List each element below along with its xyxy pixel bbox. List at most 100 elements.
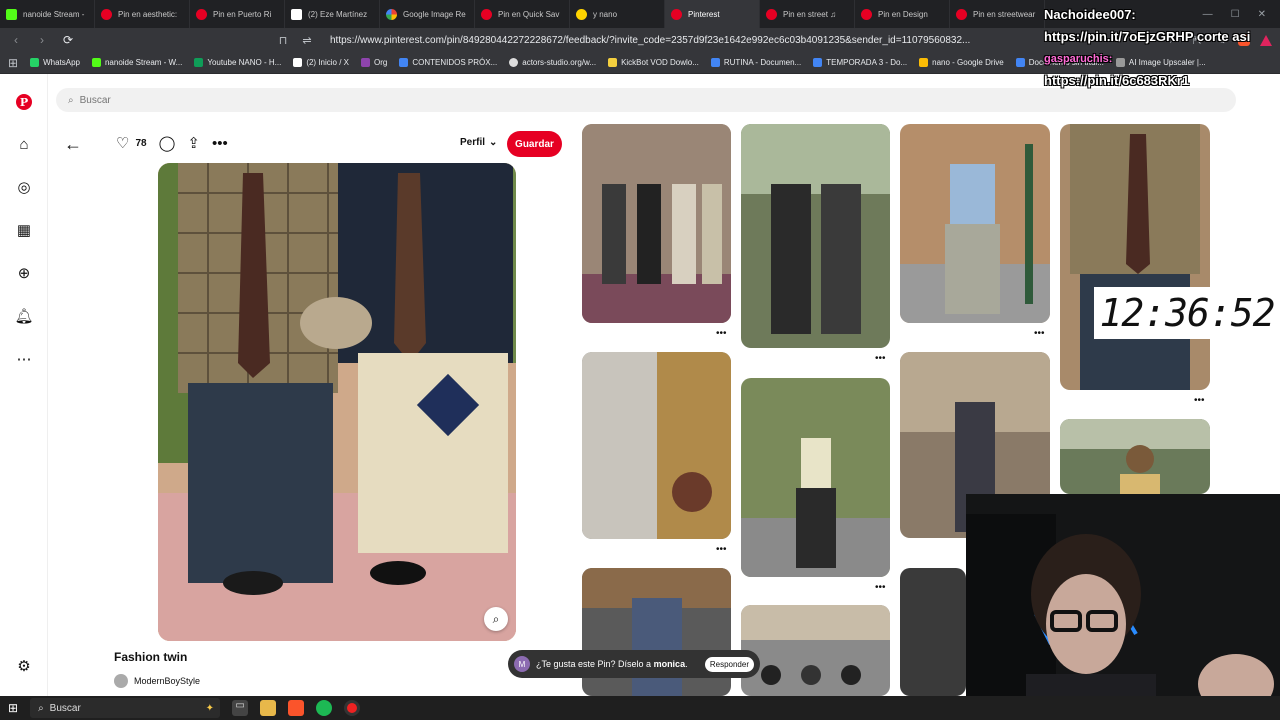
create-icon[interactable]: ⊕	[14, 263, 34, 283]
browser-tab[interactable]: (2) Eze Martínez	[285, 0, 380, 28]
org-icon	[361, 58, 370, 67]
notifications-icon[interactable]: 🔔︎	[14, 306, 34, 326]
share-icon[interactable]: ⇪	[187, 134, 200, 152]
pinterest-sidebar: P ⌂ ◎ ▦ ⊕ 🔔︎ ⋯ ⚙	[0, 74, 48, 696]
chevron-down-icon: ⌄	[489, 137, 498, 148]
bookmark-item[interactable]: (2) Inicio / X	[293, 58, 349, 67]
copilot-sparkle-icon: ✦	[205, 702, 215, 714]
boards-icon[interactable]: ▦	[14, 220, 34, 240]
visual-search-button[interactable]: ⌕	[484, 607, 508, 631]
save-button[interactable]: Guardar	[507, 131, 562, 157]
x-icon	[291, 8, 302, 20]
brave-browser-icon[interactable]	[288, 700, 305, 716]
more-options-icon[interactable]: •••	[875, 582, 886, 593]
like-count: 78	[135, 137, 147, 149]
grid-pin[interactable]	[741, 605, 890, 696]
bookmark-item[interactable]: nanoide Stream - W...	[91, 58, 182, 67]
bookmark-item[interactable]: RUTINA - Documen...	[710, 58, 801, 67]
reload-icon[interactable]: ⟳	[60, 33, 76, 47]
avatar: M	[514, 656, 530, 672]
pinterest-icon	[671, 8, 682, 20]
google-icon	[386, 8, 397, 20]
kickbot-icon	[608, 58, 618, 67]
pinterest-logo[interactable]: P	[14, 92, 34, 112]
explore-icon[interactable]: ◎	[14, 177, 34, 197]
docs-icon	[1015, 58, 1025, 67]
profile-select[interactable]: Perfil ⌄	[460, 137, 497, 148]
clock-overlay: 12:36:52	[1094, 287, 1280, 339]
pin-image[interactable]	[158, 163, 516, 641]
grid-pin[interactable]	[741, 378, 890, 577]
grid-pin[interactable]	[582, 124, 731, 323]
bookmark-item[interactable]: nano - Google Drive	[919, 58, 1004, 67]
bookmark-icon[interactable]: ⊓	[276, 34, 290, 47]
browser-tab[interactable]: Pin en street ♫	[760, 0, 855, 28]
apps-grid-icon[interactable]: ⊞	[8, 56, 18, 70]
bookmark-item[interactable]: CONTENIDOS PRÓX...	[399, 58, 497, 67]
more-options-icon[interactable]: •••	[1194, 395, 1205, 406]
browser-tab[interactable]: Pin en streetwear	[950, 0, 1045, 28]
browser-tab[interactable]: Pin en Design	[855, 0, 950, 28]
messages-icon[interactable]: ⋯	[14, 349, 34, 369]
pinterest-icon	[766, 8, 777, 20]
back-arrow-icon[interactable]: ‹	[8, 33, 24, 47]
kick-icon	[91, 58, 101, 67]
more-options-icon[interactable]: •••	[875, 353, 886, 364]
browser-tab-active[interactable]: Pinterest	[665, 0, 760, 28]
settings-gear-icon[interactable]: ⚙	[14, 656, 34, 676]
grid-pin[interactable]	[900, 568, 966, 696]
whatsapp-icon	[30, 58, 40, 67]
browser-tab[interactable]: y nano	[570, 0, 665, 28]
folder-icon	[576, 8, 587, 20]
grid-pin[interactable]	[1060, 419, 1210, 494]
browser-tab[interactable]: Pin en Puerto Ri	[190, 0, 285, 28]
pinterest-icon	[196, 8, 207, 20]
toast-text: ¿Te gusta este Pin? Díselo a monica.	[536, 659, 688, 669]
reply-button[interactable]: Responder	[704, 656, 754, 672]
search-icon: ⌕	[38, 702, 44, 714]
bookmark-item[interactable]: WhatsApp	[30, 58, 80, 67]
chat-username: Nachoidee007:	[1044, 7, 1136, 22]
pinterest-icon	[956, 8, 967, 20]
more-options-icon[interactable]: •••	[716, 544, 727, 555]
sheets-icon	[194, 58, 204, 67]
pin-photo	[1060, 419, 1210, 494]
browser-tab[interactable]: Pin en aesthetic:	[95, 0, 190, 28]
browser-tab[interactable]: nanoide Stream -	[0, 0, 95, 28]
forward-arrow-icon[interactable]: ›	[34, 33, 50, 47]
more-options-icon[interactable]: •••	[1034, 328, 1045, 339]
taskbar-search-input[interactable]: ⌕ Buscar ✦	[30, 698, 221, 718]
more-options-icon[interactable]: •••	[212, 135, 228, 152]
taskbar: ⊞ ⌕ Buscar ✦ ▭	[0, 696, 1280, 720]
heart-icon[interactable]: ♡	[116, 134, 129, 152]
windows-start-icon[interactable]: ⊞	[8, 701, 18, 715]
bookmark-item[interactable]: Org	[361, 58, 387, 67]
bookmark-item[interactable]: KickBot VOD Dowlo...	[608, 58, 699, 67]
pin-author[interactable]: ModernBoyStyle	[114, 674, 200, 688]
search-placeholder: Buscar	[79, 94, 111, 106]
grid-pin[interactable]	[582, 352, 731, 539]
bookmark-item[interactable]: actors-studio.org/w...	[509, 58, 596, 67]
pinterest-icon	[101, 8, 112, 20]
docs-icon	[813, 58, 823, 67]
grid-pin[interactable]	[741, 124, 890, 348]
task-view-icon[interactable]: ▭	[232, 700, 249, 716]
bookmark-item[interactable]: TEMPORADA 3 - Do...	[813, 58, 907, 67]
grid-pin[interactable]	[900, 124, 1050, 323]
more-options-icon[interactable]: •••	[716, 328, 727, 339]
spotify-icon[interactable]	[316, 700, 333, 716]
kick-icon	[6, 8, 17, 20]
url-field[interactable]: https://www.pinterest.com/pin/8492804422…	[324, 35, 1156, 46]
webcam-feed	[966, 494, 1280, 696]
browser-tab[interactable]: Google Image Re	[380, 0, 475, 28]
bookmark-item[interactable]: Youtube NANO - H...	[194, 58, 281, 67]
comment-icon[interactable]: ◯	[159, 134, 176, 152]
file-explorer-icon[interactable]	[260, 700, 277, 716]
site-settings-icon[interactable]: ⇌	[300, 34, 314, 47]
grid-pin[interactable]	[1060, 124, 1210, 390]
back-arrow-icon[interactable]: ←	[64, 134, 82, 155]
home-icon[interactable]: ⌂	[14, 134, 34, 154]
obs-icon[interactable]	[344, 700, 361, 716]
browser-tab[interactable]: Pin en Quick Sav	[475, 0, 570, 28]
toast-notification: M ¿Te gusta este Pin? Díselo a monica. R…	[508, 650, 760, 678]
